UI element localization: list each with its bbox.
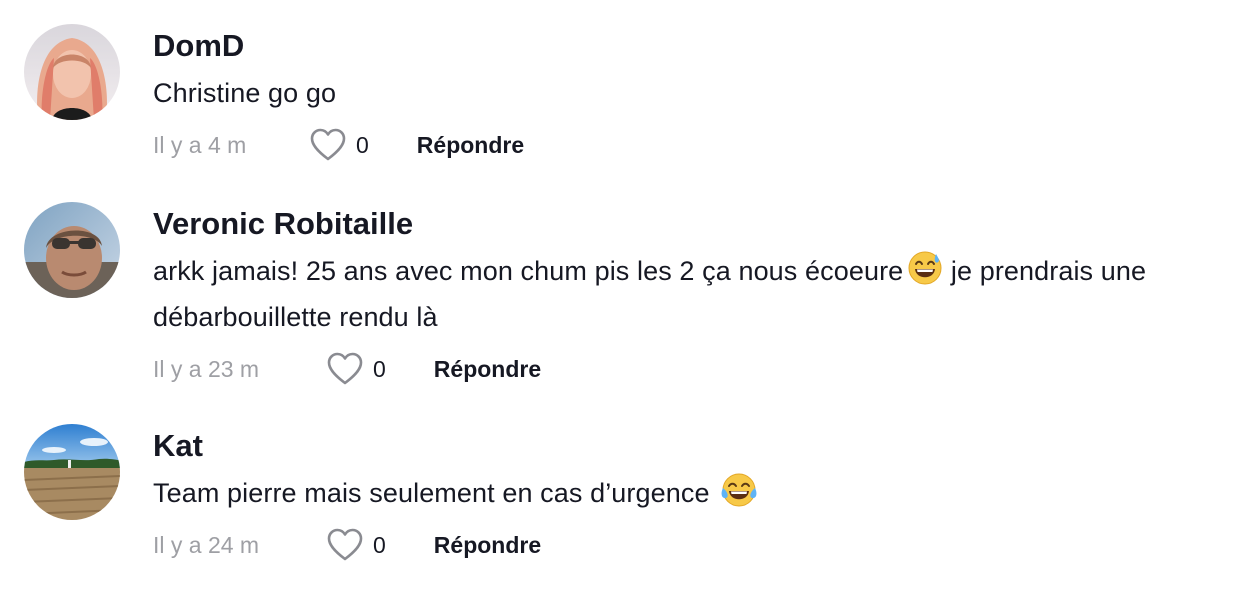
like-count: 0 <box>356 131 369 158</box>
comment-timestamp: Il y a 23 m <box>153 355 260 382</box>
comment-text-part: Team pierre mais seulement en cas d’urge… <box>153 478 718 508</box>
reply-button[interactable]: Répondre <box>417 132 524 159</box>
comment-meta: Il y a 23 m 0 Répondre <box>153 352 1244 386</box>
like-count: 0 <box>373 531 386 558</box>
comment-text: arkk jamais! 25 ans avec mon chum pis le… <box>153 248 1244 340</box>
comment-username[interactable]: Veronic Robitaille <box>153 205 1244 243</box>
comment-username[interactable]: Kat <box>153 427 1244 465</box>
comment-timestamp: Il y a 4 m <box>153 131 247 158</box>
like-button[interactable]: 0 <box>327 352 386 386</box>
heart-outline-icon <box>327 528 363 561</box>
like-button[interactable]: 0 <box>310 128 369 162</box>
avatar[interactable] <box>24 424 120 520</box>
grinning-face-with-sweat-icon <box>908 251 942 285</box>
avatar-image <box>24 424 120 520</box>
like-count: 0 <box>373 355 386 382</box>
heart-outline-icon <box>327 352 363 385</box>
reply-button[interactable]: Répondre <box>434 532 541 559</box>
avatar-image <box>24 202 120 298</box>
comment-text: Christine go go <box>153 78 337 108</box>
comment-meta: Il y a 4 m 0 Répondre <box>153 128 1244 162</box>
heart-outline-icon <box>310 128 346 161</box>
reply-button[interactable]: Répondre <box>434 356 541 383</box>
comment-username[interactable]: DomD <box>153 27 1244 65</box>
like-button[interactable]: 0 <box>327 528 386 562</box>
comment-timestamp: Il y a 24 m <box>153 531 260 558</box>
face-with-tears-of-joy-icon <box>721 473 757 507</box>
avatar[interactable] <box>24 202 120 298</box>
comment-meta: Il y a 24 m 0 Répondre <box>153 528 1244 562</box>
avatar-image <box>24 24 120 120</box>
avatar[interactable] <box>24 24 120 120</box>
comment-text-part: arkk jamais! 25 ans avec mon chum pis le… <box>153 256 904 286</box>
comment-text: Team pierre mais seulement en cas d’urge… <box>153 470 1244 516</box>
